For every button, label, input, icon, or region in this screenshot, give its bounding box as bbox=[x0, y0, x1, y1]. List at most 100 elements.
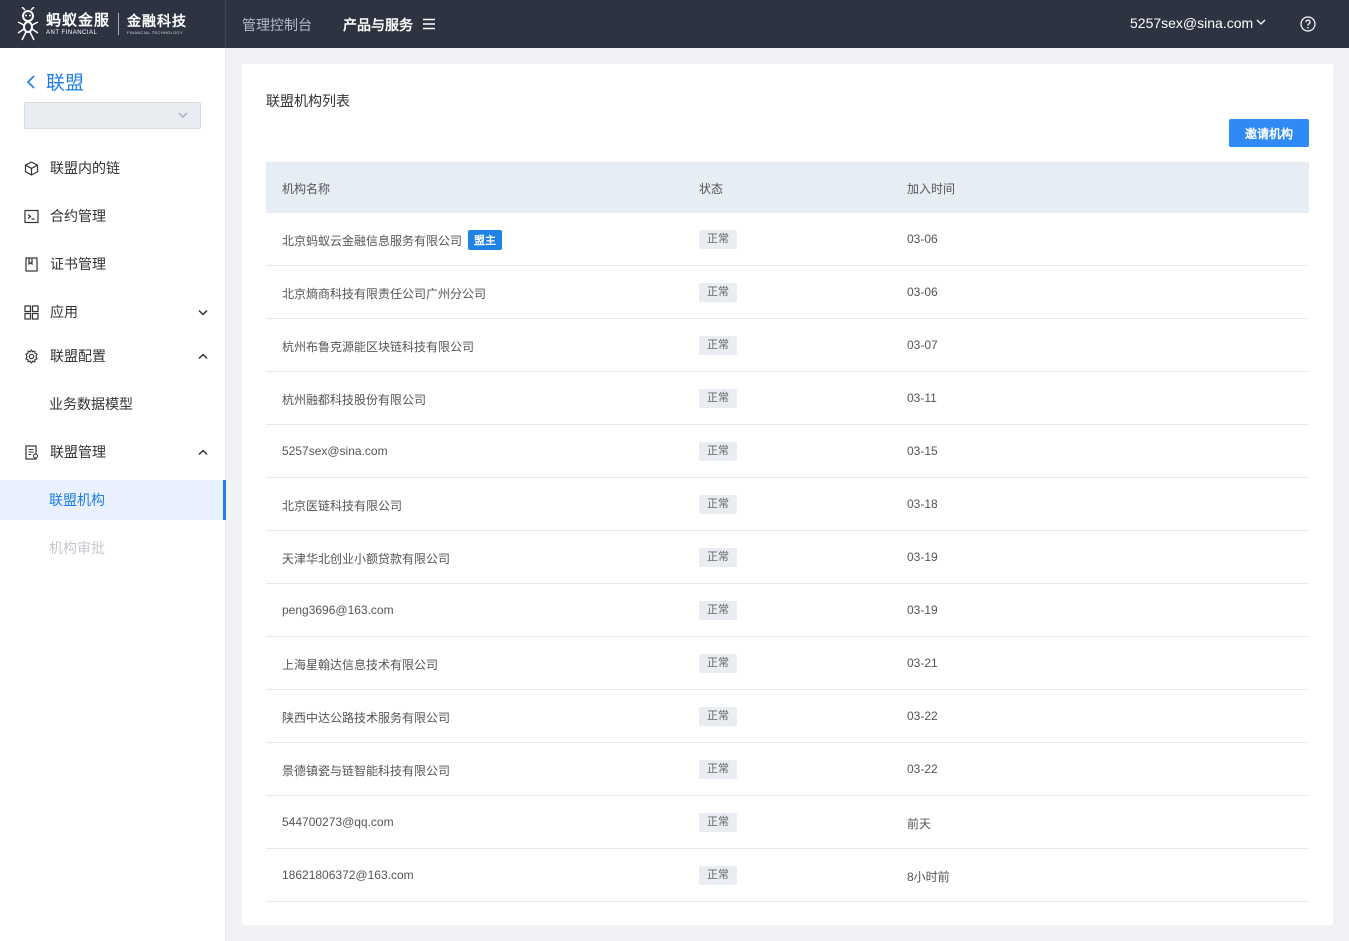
sidebar-item-label: 机构审批 bbox=[49, 540, 105, 556]
main-card: 联盟机构列表 邀请机构 机构名称 状态 加入时间 北京蚂蚁云金融信息服务有限公司… bbox=[242, 64, 1333, 925]
org-name: 杭州布鲁克源能区块链科技有限公司 bbox=[282, 340, 475, 354]
org-name: 杭州融都科技股份有限公司 bbox=[282, 393, 427, 407]
sidebar-item-label: 联盟配置 bbox=[50, 348, 106, 364]
join-date: 03-06 bbox=[907, 232, 938, 246]
help-icon[interactable] bbox=[1300, 16, 1316, 32]
ant-financial-logo[interactable]: 蚂蚁金服 ANT FINANCIAL 金融科技 FINANCIAL TECHNO… bbox=[16, 7, 188, 41]
chevron-down-icon[interactable] bbox=[1256, 18, 1266, 26]
fintech-en-text: FINANCIAL TECHNOLOGY bbox=[127, 29, 183, 35]
status-badge: 正常 bbox=[699, 760, 737, 779]
back-to-alliance[interactable]: 联盟 bbox=[26, 68, 84, 95]
status-badge: 正常 bbox=[699, 601, 737, 620]
bookmark-icon bbox=[25, 256, 38, 272]
sidebar-item-label: 应用 bbox=[50, 304, 78, 320]
join-date: 前天 bbox=[907, 817, 932, 831]
sidebar-item-alliance-manage[interactable]: 联盟管理 bbox=[0, 432, 226, 472]
sidebar-item-chains[interactable]: 联盟内的链 bbox=[0, 148, 226, 188]
document-user-icon bbox=[25, 444, 39, 460]
org-name-cell: 陕西中达公路技术服务有限公司 bbox=[282, 709, 450, 726]
sidebar-item-label: 联盟管理 bbox=[50, 444, 106, 460]
chevron-left-icon bbox=[26, 74, 35, 89]
join-date: 03-22 bbox=[907, 709, 938, 723]
table-row: 景德镇瓷与链智能科技有限公司 正常 03-22 bbox=[266, 743, 1309, 796]
sidebar-item-members[interactable]: 联盟机构 bbox=[0, 480, 226, 520]
org-name: 5257sex@sina.com bbox=[282, 444, 388, 458]
table-row: 天津华北创业小额贷款有限公司 正常 03-19 bbox=[266, 531, 1309, 584]
status-badge: 正常 bbox=[699, 336, 737, 355]
table-row: 上海星翰达信息技术有限公司 正常 03-21 bbox=[266, 637, 1309, 690]
table-header: 机构名称 状态 加入时间 bbox=[266, 162, 1309, 213]
org-name-cell: 上海星翰达信息技术有限公司 bbox=[282, 656, 438, 673]
ant-logo-icon bbox=[17, 7, 39, 41]
column-header-status: 状态 bbox=[699, 182, 724, 196]
menu-icon[interactable] bbox=[423, 18, 435, 30]
org-name-cell: 北京医链科技有限公司 bbox=[282, 497, 402, 514]
chevron-up-icon bbox=[198, 352, 208, 359]
join-date: 03-11 bbox=[907, 391, 937, 405]
status-badge: 正常 bbox=[699, 389, 737, 408]
table-row: 北京熵商科技有限责任公司广州分公司 正常 03-06 bbox=[266, 266, 1309, 319]
table-row: 北京蚂蚁云金融信息服务有限公司 盟主 正常 03-06 bbox=[266, 213, 1309, 266]
sidebar-item-apps[interactable]: 应用 bbox=[0, 292, 226, 332]
org-name: 北京医链科技有限公司 bbox=[282, 499, 403, 513]
sidebar-item-certificates[interactable]: 证书管理 bbox=[0, 244, 226, 284]
invite-button[interactable]: 邀请机构 bbox=[1229, 119, 1309, 147]
org-name-cell: 5257sex@sina.com bbox=[282, 444, 388, 458]
org-name-cell: 北京蚂蚁云金融信息服务有限公司 盟主 bbox=[282, 230, 503, 252]
table-row: 北京医链科技有限公司 正常 03-18 bbox=[266, 478, 1309, 531]
status-badge: 正常 bbox=[699, 283, 737, 302]
org-name-cell: 天津华北创业小额贷款有限公司 bbox=[282, 550, 450, 567]
org-name: 天津华北创业小额贷款有限公司 bbox=[282, 552, 451, 566]
table-row: 544700273@qq.com 正常 前天 bbox=[266, 796, 1309, 849]
table-body: 北京蚂蚁云金融信息服务有限公司 盟主 正常 03-06 北京熵商科技有限责任公司广州分公… bbox=[266, 213, 1309, 902]
nav-products-link[interactable]: 产品与服务 bbox=[343, 15, 413, 35]
cube-icon bbox=[24, 160, 39, 176]
table-row: 陕西中达公路技术服务有限公司 正常 03-22 bbox=[266, 690, 1309, 743]
top-bar: 蚂蚁金服 ANT FINANCIAL 金融科技 FINANCIAL TECHNO… bbox=[0, 0, 1349, 48]
sidebar-item-contracts[interactable]: 合约管理 bbox=[0, 196, 226, 236]
table-row: 18621806372@163.com 正常 8小时前 bbox=[266, 849, 1309, 902]
status-badge: 正常 bbox=[699, 495, 737, 514]
org-name-cell: peng3696@163.com bbox=[282, 603, 394, 617]
org-name: 北京熵商科技有限责任公司广州分公司 bbox=[282, 287, 487, 301]
org-name: 18621806372@163.com bbox=[282, 868, 414, 882]
owner-badge: 盟主 bbox=[468, 230, 503, 250]
members-table: 机构名称 状态 加入时间 北京蚂蚁云金融信息服务有限公司 盟主 正常 03-06 北京熵… bbox=[266, 162, 1309, 902]
sidebar-item-label: 联盟机构 bbox=[49, 492, 105, 508]
chevron-down-icon bbox=[198, 309, 208, 316]
fintech-cn-text: 金融科技 bbox=[127, 12, 188, 29]
sidebar-item-approval[interactable]: 机构审批 bbox=[0, 528, 226, 568]
column-header-date: 加入时间 bbox=[907, 182, 956, 196]
chevron-down-icon bbox=[178, 112, 188, 118]
join-date: 03-18 bbox=[907, 497, 938, 511]
header-separator bbox=[225, 0, 226, 48]
sidebar-item-alliance-config[interactable]: 联盟配置 bbox=[0, 336, 226, 376]
org-name: 陕西中达公路技术服务有限公司 bbox=[282, 711, 451, 725]
org-name: 544700273@qq.com bbox=[282, 815, 394, 829]
alliance-select[interactable] bbox=[24, 102, 201, 129]
user-account-menu[interactable]: 5257sex@sina.com bbox=[1130, 15, 1253, 31]
join-date: 03-19 bbox=[907, 603, 938, 617]
org-name-cell: 杭州布鲁克源能区块链科技有限公司 bbox=[282, 338, 474, 355]
chevron-up-icon bbox=[198, 448, 208, 455]
status-badge: 正常 bbox=[699, 442, 737, 461]
org-name-cell: 杭州融都科技股份有限公司 bbox=[282, 391, 426, 408]
sidebar-item-label: 联盟内的链 bbox=[50, 160, 120, 176]
join-date: 03-15 bbox=[907, 444, 938, 458]
status-badge: 正常 bbox=[699, 866, 737, 885]
status-badge: 正常 bbox=[699, 548, 737, 567]
column-header-name: 机构名称 bbox=[282, 182, 331, 196]
apps-grid-icon bbox=[24, 304, 39, 320]
org-name-cell: 18621806372@163.com bbox=[282, 868, 414, 882]
join-date: 03-19 bbox=[907, 550, 938, 564]
join-date: 03-21 bbox=[907, 656, 938, 670]
logo-cn-text: 蚂蚁金服 bbox=[46, 11, 111, 29]
org-name-cell: 景德镇瓷与链智能科技有限公司 bbox=[282, 762, 450, 779]
status-badge: 正常 bbox=[699, 707, 737, 726]
status-badge: 正常 bbox=[699, 813, 737, 832]
sidebar-item-label: 证书管理 bbox=[50, 256, 106, 272]
status-badge: 正常 bbox=[699, 230, 737, 249]
sidebar-item-data-model[interactable]: 业务数据模型 bbox=[0, 384, 226, 424]
nav-console-link[interactable]: 管理控制台 bbox=[242, 15, 312, 35]
org-name: 景德镇瓷与链智能科技有限公司 bbox=[282, 764, 451, 778]
